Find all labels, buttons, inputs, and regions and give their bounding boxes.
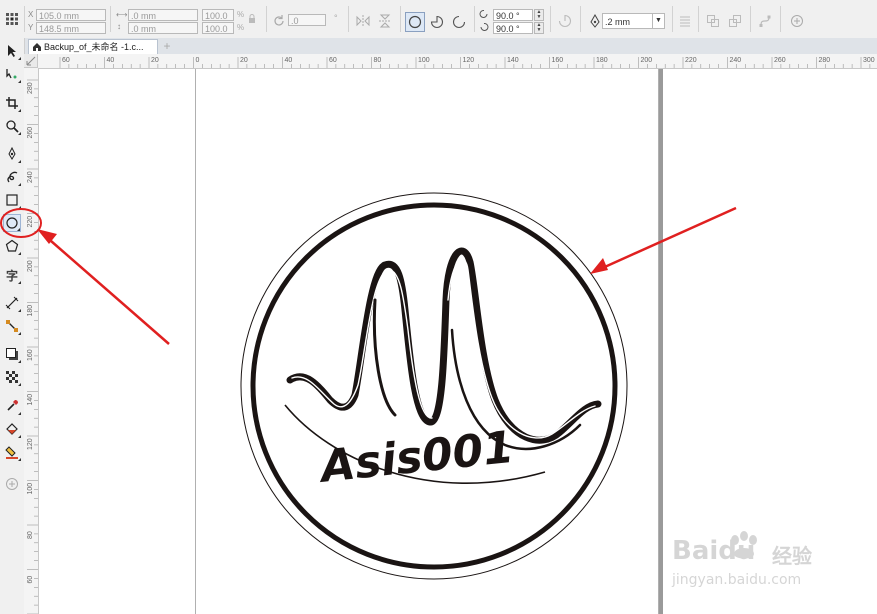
annotation-layer [0, 206, 737, 345]
watermark-url: jingyan.baidu.com [672, 572, 802, 588]
annotation-arrow-left [37, 229, 170, 345]
annotation-arrow-right [590, 206, 737, 274]
watermark: Baidu 经验 jingyan.baidu.com [672, 530, 872, 600]
annotation-circle [0, 208, 42, 238]
watermark-brand: Baidu [672, 536, 756, 566]
watermark-brand-cn: 经验 [772, 544, 812, 568]
